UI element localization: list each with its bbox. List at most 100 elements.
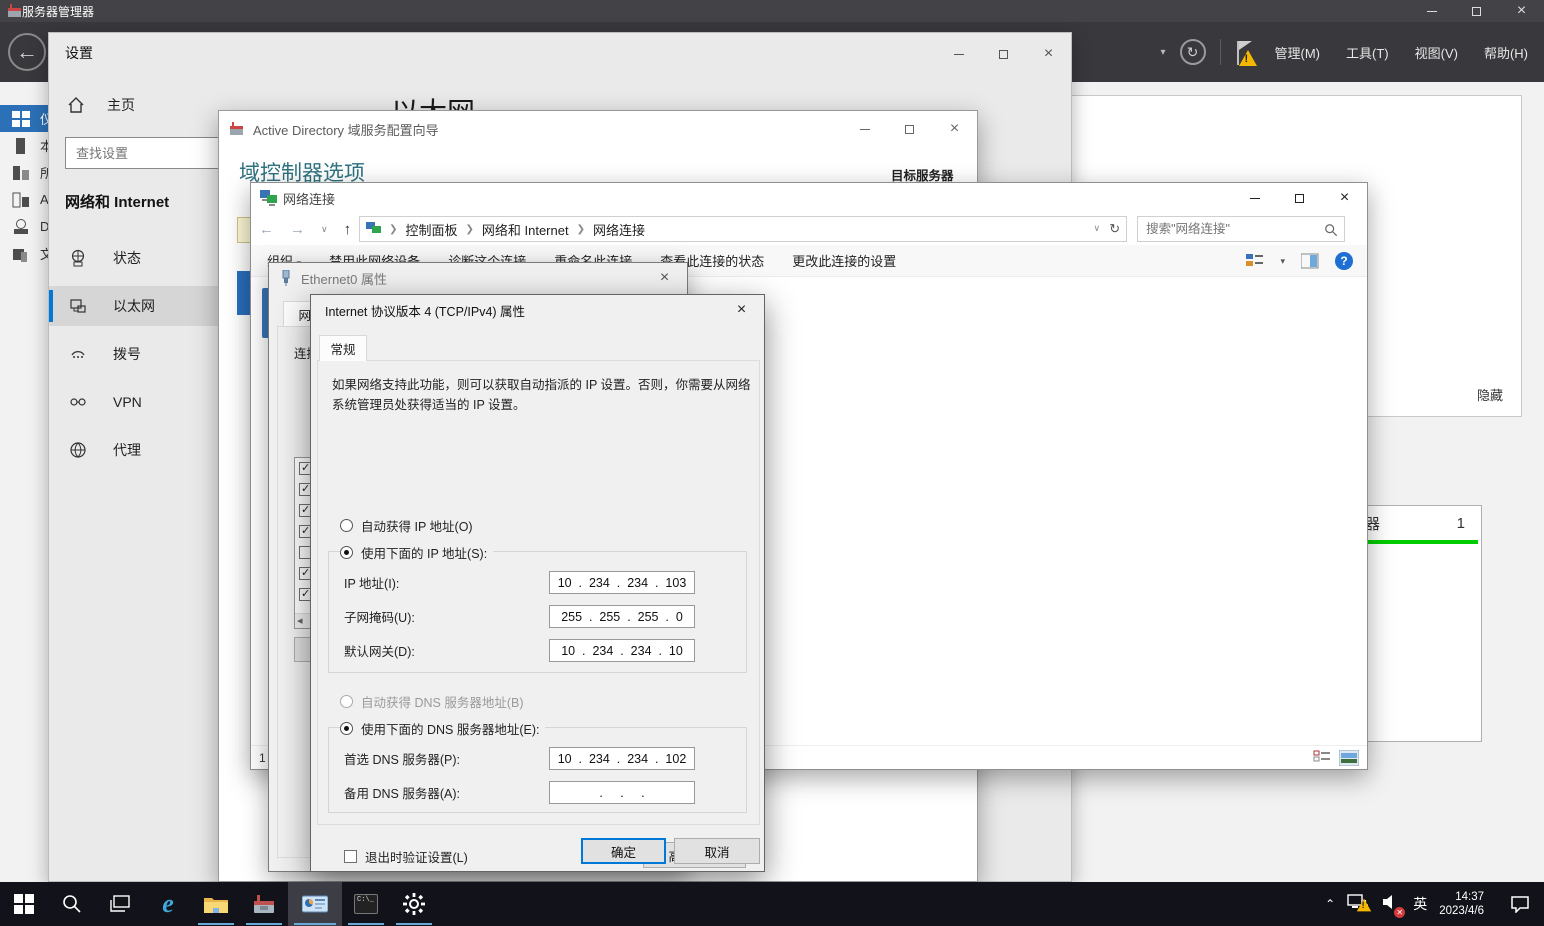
server-manager-logo-icon xyxy=(7,4,22,18)
search-button[interactable] xyxy=(48,882,96,926)
dashboard-tile[interactable]: 器 1 xyxy=(1348,505,1482,742)
ip-address-input[interactable]: 10 . 234 . 234 . 103 xyxy=(549,571,695,594)
radio-manual-ip[interactable]: 使用下面的 IP 地址(S): xyxy=(340,543,493,562)
close-button[interactable] xyxy=(642,263,687,293)
radio-icon-selected[interactable] xyxy=(340,546,353,559)
folder-location-icon xyxy=(366,222,381,236)
view-options-chevron-icon[interactable]: ▾ xyxy=(1280,256,1285,267)
menu-tools[interactable]: 工具(T) xyxy=(1340,39,1395,66)
windows-logo-icon xyxy=(14,894,34,914)
ok-button[interactable]: 确定 xyxy=(581,838,666,864)
internet-explorer-icon: e xyxy=(162,889,174,919)
maximize-button[interactable] xyxy=(1454,0,1499,22)
subnet-mask-input[interactable]: 255 . 255 . 255 . 0 xyxy=(549,605,695,628)
default-gateway-row: 默认网关(D): 10 . 234 . 234 . 10 xyxy=(344,639,695,662)
close-button[interactable] xyxy=(719,295,764,325)
history-chevron-icon[interactable]: ∨ xyxy=(313,224,336,235)
tab-general[interactable]: 常规 xyxy=(319,335,367,361)
chevron-down-icon[interactable]: ▾ xyxy=(1160,47,1165,58)
breadcrumb-network-internet[interactable]: 网络和 Internet xyxy=(482,220,569,239)
breadcrumb-control-panel[interactable]: 控制面板 xyxy=(405,220,457,239)
settings-section-title: 网络和 Internet xyxy=(65,191,169,212)
forward-icon[interactable]: → xyxy=(282,221,313,238)
back-icon[interactable]: ← xyxy=(251,221,282,238)
maximize-button[interactable] xyxy=(887,111,932,147)
up-icon[interactable]: ↑ xyxy=(336,221,360,238)
wizard-title: Active Directory 域服务配置向导 xyxy=(253,120,439,139)
details-view-icon[interactable] xyxy=(1313,750,1331,766)
command-prompt-button[interactable] xyxy=(342,882,390,926)
search-box[interactable] xyxy=(1137,216,1345,242)
refresh-icon[interactable]: ↻ xyxy=(1180,39,1206,65)
preview-pane-icon[interactable] xyxy=(1301,253,1319,269)
view-options-icon[interactable] xyxy=(1246,253,1264,269)
ime-indicator[interactable]: 英 xyxy=(1413,894,1427,914)
maximize-button[interactable] xyxy=(1277,183,1322,213)
preferred-dns-input[interactable]: 10 . 234 . 234 . 102 xyxy=(549,747,695,770)
dns-icon xyxy=(12,219,30,235)
minimize-button[interactable] xyxy=(936,33,981,75)
dialog-page: 如果网络支持此功能，则可以获取自动指派的 IP 设置。否则，你需要从网络系统管理… xyxy=(317,360,760,825)
preferred-dns-row: 首选 DNS 服务器(P): 10 . 234 . 234 . 102 xyxy=(344,747,695,770)
radio-icon[interactable] xyxy=(340,519,353,532)
maximize-button[interactable] xyxy=(981,33,1026,75)
clock[interactable]: 14:37 2023/4/6 xyxy=(1439,890,1484,918)
minimize-button[interactable] xyxy=(1409,0,1454,22)
address-bar[interactable]: ❯ 控制面板 ❯ 网络和 Internet ❯ 网络连接 ∨ ↻ xyxy=(359,216,1127,242)
thumbnail-view-icon[interactable] xyxy=(1339,750,1359,766)
radio-auto-ip[interactable]: 自动获得 IP 地址(O) xyxy=(340,516,479,535)
minimize-button[interactable] xyxy=(842,111,887,147)
back-button[interactable]: ← xyxy=(8,33,46,71)
start-button[interactable] xyxy=(0,882,48,926)
dialup-icon xyxy=(69,345,87,363)
subnet-mask-row: 子网掩码(U): 255 . 255 . 255 . 0 xyxy=(344,605,695,628)
search-input[interactable] xyxy=(1138,217,1318,241)
volume-muted-icon[interactable]: ✕ xyxy=(1381,893,1401,916)
close-button[interactable] xyxy=(1499,0,1544,22)
action-center-icon[interactable] xyxy=(1510,895,1530,913)
cancel-button[interactable]: 取消 xyxy=(674,838,760,864)
help-icon[interactable]: ? xyxy=(1335,252,1353,270)
breadcrumb-network-connections[interactable]: 网络连接 xyxy=(593,220,645,239)
tile-count[interactable]: 1 xyxy=(1457,515,1465,532)
dialog-title: Ethernet0 属性 xyxy=(301,269,387,288)
network-status-icon[interactable] xyxy=(1347,893,1369,916)
tray-date: 2023/4/6 xyxy=(1439,904,1484,918)
menu-manage[interactable]: 管理(M) xyxy=(1269,39,1327,66)
task-view-button[interactable] xyxy=(96,882,144,926)
refresh-icon[interactable]: ↻ xyxy=(1109,221,1120,237)
minimize-button[interactable] xyxy=(1232,183,1277,213)
toolbar-change-settings[interactable]: 更改此连接的设置 xyxy=(792,251,896,270)
default-gateway-input[interactable]: 10 . 234 . 234 . 10 xyxy=(549,639,695,662)
close-button[interactable] xyxy=(932,111,977,147)
internet-explorer-button[interactable]: e xyxy=(144,882,192,926)
intro-text: 如果网络支持此功能，则可以获取自动指派的 IP 设置。否则，你需要从网络系统管理… xyxy=(332,375,752,415)
menu-help[interactable]: 帮助(H) xyxy=(1478,39,1534,66)
control-panel-button[interactable] xyxy=(288,882,342,926)
chevron-right-icon: ❯ xyxy=(573,224,589,235)
home-icon xyxy=(67,96,85,114)
radio-manual-dns[interactable]: 使用下面的 DNS 服务器地址(E): xyxy=(340,719,545,738)
search-icon xyxy=(1324,223,1338,237)
file-explorer-button[interactable] xyxy=(192,882,240,926)
validate-settings-row[interactable]: 退出时验证设置(L) xyxy=(344,847,468,866)
server-manager-titlebar: 服务器管理器 xyxy=(0,0,1544,22)
notifications-flag-icon[interactable] xyxy=(1235,39,1255,65)
close-button[interactable] xyxy=(1322,183,1367,213)
close-button[interactable] xyxy=(1026,33,1071,75)
hide-button[interactable]: 隐藏 xyxy=(1477,385,1503,404)
tray-time: 14:37 xyxy=(1439,890,1484,904)
server-icon xyxy=(12,138,30,154)
sidebar-item-home[interactable]: 主页 xyxy=(67,95,135,115)
settings-button[interactable] xyxy=(390,882,438,926)
menu-view[interactable]: 视图(V) xyxy=(1409,39,1464,66)
show-hidden-icons-chevron[interactable]: ⌃ xyxy=(1325,897,1335,911)
server-manager-icon xyxy=(252,894,276,914)
checkbox-unchecked[interactable] xyxy=(344,850,357,863)
address-dropdown-icon[interactable]: ∨ xyxy=(1094,223,1101,234)
radio-icon-selected[interactable] xyxy=(340,722,353,735)
servers-icon xyxy=(12,165,30,181)
server-manager-button[interactable] xyxy=(240,882,288,926)
alternate-dns-input[interactable]: . . . xyxy=(549,781,695,804)
network-connections-icon xyxy=(260,190,277,206)
